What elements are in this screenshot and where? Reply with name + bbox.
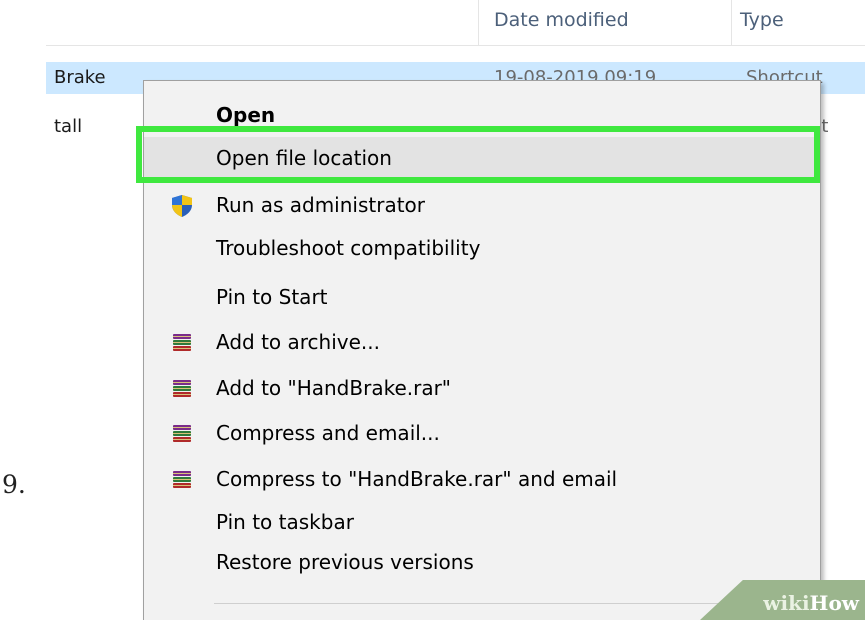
menu-item-label: Compress and email... <box>216 421 440 445</box>
menu-item-label: Open <box>216 103 276 127</box>
stage: 9. Date modified Type Brake 19-08-2019 0… <box>0 0 865 620</box>
uac-shield-icon <box>170 194 194 218</box>
watermark-how: How <box>809 591 859 615</box>
menu-item-run-as-administrator[interactable]: Run as administrator <box>144 184 820 228</box>
step-number: 9. <box>2 470 26 499</box>
context-menu: Open Open file location Run as administr… <box>143 80 821 620</box>
menu-item-label: Compress to "HandBrake.rar" and email <box>216 467 618 491</box>
menu-item-compress-to-rar-and-email[interactable]: Compress to "HandBrake.rar" and email <box>144 458 820 502</box>
file-name: tall <box>54 116 83 137</box>
menu-item-pin-to-start[interactable]: Pin to Start <box>144 276 820 320</box>
winrar-icon <box>170 468 194 492</box>
file-name: Brake <box>54 67 106 88</box>
column-separator[interactable] <box>731 0 732 45</box>
menu-item-troubleshoot-compatibility[interactable]: Troubleshoot compatibility <box>144 227 820 271</box>
menu-item-label: Pin to taskbar <box>216 510 354 534</box>
menu-item-open[interactable]: Open <box>144 94 820 138</box>
menu-item-pin-to-taskbar[interactable]: Pin to taskbar <box>144 501 820 545</box>
column-header-date-modified[interactable]: Date modified <box>494 9 629 31</box>
menu-item-label: Troubleshoot compatibility <box>216 236 481 260</box>
menu-item-label: Run as administrator <box>216 193 426 217</box>
menu-item-add-to-rar[interactable]: Add to "HandBrake.rar" <box>144 367 820 411</box>
menu-item-label: Add to "HandBrake.rar" <box>216 376 452 400</box>
menu-item-restore-previous-versions[interactable]: Restore previous versions <box>144 541 820 585</box>
menu-item-label: Add to archive... <box>216 330 380 354</box>
winrar-icon <box>170 377 194 401</box>
column-separator[interactable] <box>478 0 479 45</box>
column-header-type[interactable]: Type <box>740 9 784 31</box>
watermark-wiki: wiki <box>763 591 810 615</box>
menu-item-compress-and-email[interactable]: Compress and email... <box>144 412 820 456</box>
winrar-icon <box>170 331 194 355</box>
menu-item-open-file-location[interactable]: Open file location <box>144 137 820 181</box>
menu-item-label: Open file location <box>216 146 392 170</box>
watermark-text: wikiHow <box>763 591 859 615</box>
column-header-row: Date modified Type <box>46 0 865 46</box>
menu-item-add-to-archive[interactable]: Add to archive... <box>144 321 820 365</box>
menu-item-label: Restore previous versions <box>216 550 474 574</box>
menu-item-label: Pin to Start <box>216 285 328 309</box>
winrar-icon <box>170 422 194 446</box>
